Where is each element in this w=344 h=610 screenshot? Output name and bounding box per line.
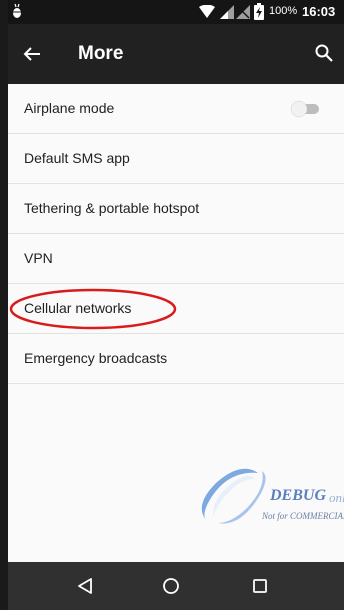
list-item-airplane-mode[interactable]: Airplane mode — [8, 84, 344, 134]
clock: 16:03 — [302, 4, 336, 19]
list-item-label: Default SMS app — [24, 150, 130, 166]
list-item-vpn[interactable]: VPN — [8, 234, 344, 284]
page-title: More — [78, 43, 124, 64]
navigation-bar — [8, 562, 344, 610]
highlight-circle — [8, 286, 180, 337]
debug-watermark: DEBUG only Not for COMMERCIAL — [196, 465, 344, 535]
airplane-mode-toggle[interactable] — [290, 100, 322, 123]
list-item-label: VPN — [24, 250, 53, 266]
list-item-cellular-networks[interactable]: Cellular networks — [8, 284, 344, 334]
status-bar: 100% 16:03 — [8, 0, 344, 24]
toolbar: More — [8, 24, 344, 84]
cell-signal-icon — [220, 5, 234, 24]
watermark-logo — [196, 465, 268, 532]
list-item-default-sms-app[interactable]: Default SMS app — [8, 134, 344, 184]
list-item-label: Airplane mode — [24, 100, 115, 116]
back-arrow-icon[interactable] — [22, 44, 42, 69]
home-circle-icon[interactable] — [162, 577, 180, 600]
battery-percent: 100% — [269, 5, 298, 17]
watermark-debug-text: DEBUG — [270, 487, 327, 504]
wifi-icon — [198, 4, 216, 24]
recents-square-icon[interactable] — [252, 578, 268, 599]
back-triangle-icon[interactable] — [77, 577, 93, 600]
list-item-emergency-broadcasts[interactable]: Emergency broadcasts — [8, 334, 344, 384]
list-item-tethering[interactable]: Tethering & portable hotspot — [8, 184, 344, 234]
watermark-sub-text: Not for COMMERCIAL — [262, 511, 344, 521]
debug-bug-icon — [11, 3, 23, 24]
phone-screen: 100% 16:03 More Airplane mode Default SM… — [8, 0, 344, 610]
settings-list: Airplane mode Default SMS app Tethering … — [8, 84, 344, 384]
watermark-only-text: only — [329, 490, 344, 505]
no-sim-icon — [236, 5, 250, 24]
list-item-label: Tethering & portable hotspot — [24, 200, 200, 216]
list-item-label: Emergency broadcasts — [24, 350, 168, 366]
search-icon[interactable] — [314, 43, 334, 68]
battery-charging-icon — [254, 3, 264, 25]
